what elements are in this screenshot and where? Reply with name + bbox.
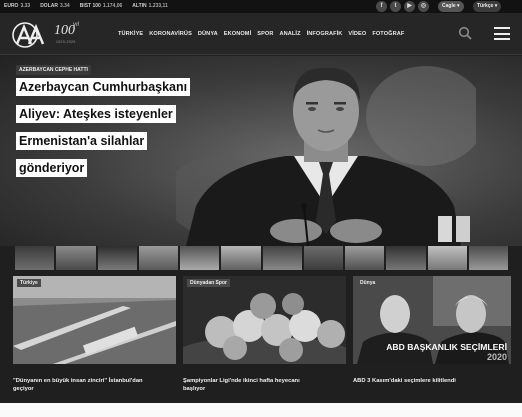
nav-analiz[interactable]: ANALİZ bbox=[280, 31, 301, 37]
youtube-icon[interactable]: ▶ bbox=[404, 1, 415, 12]
thumbnail[interactable] bbox=[468, 246, 508, 270]
card-title[interactable]: ABD 3 Kasım'daki seçimlere kilitlendi bbox=[353, 377, 456, 385]
nav-turkiye[interactable]: TÜRKİYE bbox=[118, 31, 143, 37]
logo-yil: yıl bbox=[73, 22, 79, 28]
facebook-icon[interactable]: f bbox=[376, 1, 387, 12]
nav-infografik[interactable]: İNFOGRAFİK bbox=[307, 31, 343, 37]
hero-headline-line-2: Aliyev: Ateşkes isteyenler bbox=[16, 105, 176, 123]
page-footer-band bbox=[0, 403, 522, 417]
instagram-icon[interactable]: ◎ bbox=[418, 1, 429, 12]
news-card-spor[interactable]: Dünyadan Spor Şampiyonlar Ligi'nde ikinc… bbox=[183, 276, 346, 396]
news-card-turkiye[interactable]: Türkiye "Dünyanın en büyük insan zinciri… bbox=[13, 276, 176, 396]
thumbnail[interactable] bbox=[262, 246, 302, 270]
hero-story[interactable]: AZERBAYCAN CEPHE HATTI Azerbaycan Cumhur… bbox=[0, 56, 522, 246]
thumbnail[interactable] bbox=[97, 246, 137, 270]
news-card-dunya[interactable]: ABD BAŞKANLIK SEÇİMLERİ 2020 Dünya ABD 3… bbox=[353, 276, 511, 396]
menu-icon[interactable] bbox=[494, 27, 510, 40]
page: EURO 3.33 DOLAR 3.34 BIST 100 1.174,06 ALTI… bbox=[0, 0, 522, 417]
hero-headline[interactable]: Azerbaycan Cumhurbaşkanı Aliyev: Ateşkes… bbox=[16, 78, 206, 186]
nav-ekonomi[interactable]: EKONOMİ bbox=[224, 31, 251, 37]
nav-fotograf[interactable]: FOTOĞRAF bbox=[372, 31, 404, 37]
social-links: f t ▶ ◎ bbox=[376, 1, 429, 12]
logo-subtitle: 1920-2020 bbox=[56, 40, 76, 44]
thumbnail[interactable] bbox=[427, 246, 467, 270]
thumbnail[interactable] bbox=[15, 246, 55, 270]
nav-koronavirus[interactable]: KORONAVİRÜS bbox=[149, 31, 192, 37]
search-icon[interactable] bbox=[458, 26, 472, 40]
card-category-tag[interactable]: Türkiye bbox=[17, 279, 41, 287]
thumbnail[interactable] bbox=[138, 246, 178, 270]
thumbnail[interactable] bbox=[56, 246, 96, 270]
hero-photo bbox=[176, 66, 476, 246]
thumbnail-strip bbox=[15, 246, 508, 270]
aa-logo-icon[interactable] bbox=[12, 22, 52, 48]
thumbnail[interactable] bbox=[180, 246, 220, 270]
market-ticker: EURO 3.33 DOLAR 3.34 BIST 100 1.174,06 ALTI… bbox=[4, 1, 168, 12]
card-image bbox=[13, 276, 176, 364]
main-nav: TÜRKİYE KORONAVİRÜS DÜNYA EKONOMİ SPOR A… bbox=[118, 13, 404, 55]
card-category-tag[interactable]: Dünya bbox=[357, 279, 379, 287]
market-ticker-bar: EURO 3.33 DOLAR 3.34 BIST 100 1.174,06 ALTI… bbox=[0, 0, 522, 13]
thumbnail[interactable] bbox=[345, 246, 385, 270]
hero-headline-line-3: Ermenistan'a silahlar bbox=[16, 132, 148, 150]
thumbnail[interactable] bbox=[386, 246, 426, 270]
hero-category-tag[interactable]: AZERBAYCAN CEPHE HATTI bbox=[16, 65, 91, 75]
ticker-dolar[interactable]: DOLAR 3.34 bbox=[40, 1, 70, 12]
site-header: 100 yıl 1920-2020 TÜRKİYE KORONAVİRÜS DÜ… bbox=[0, 13, 522, 55]
card-title[interactable]: "Dünyanın en büyük insan zinciri" İstanb… bbox=[13, 377, 143, 393]
nav-video[interactable]: VİDEO bbox=[348, 31, 366, 37]
language-select[interactable]: Cagle ▾ bbox=[438, 1, 464, 12]
thumbnail[interactable] bbox=[303, 246, 343, 270]
nav-dunya[interactable]: DÜNYA bbox=[198, 31, 218, 37]
thumbnail[interactable] bbox=[221, 246, 261, 270]
election-overlay: ABD BAŞKANLIK SEÇİMLERİ 2020 bbox=[386, 342, 507, 362]
twitter-icon[interactable]: t bbox=[390, 1, 401, 12]
card-title[interactable]: Şampiyonlar Ligi'nde ikinci hafta heyeca… bbox=[183, 377, 300, 393]
card-category-tag[interactable]: Dünyadan Spor bbox=[187, 279, 230, 287]
hero-headline-line-1: Azerbaycan Cumhurbaşkanı bbox=[16, 78, 191, 96]
hero-headline-line-4: gönderiyor bbox=[16, 159, 88, 177]
card-image bbox=[183, 276, 346, 364]
region-select[interactable]: Türkçe ▾ bbox=[473, 1, 502, 12]
nav-spor[interactable]: SPOR bbox=[257, 31, 273, 37]
ticker-bist[interactable]: BIST 100 1.174,06 bbox=[80, 1, 123, 12]
ticker-altin[interactable]: ALTIN 1.233,11 bbox=[132, 1, 168, 12]
logo-anniversary: 100 bbox=[54, 23, 75, 38]
ticker-euro[interactable]: EURO 3.33 bbox=[4, 1, 30, 12]
